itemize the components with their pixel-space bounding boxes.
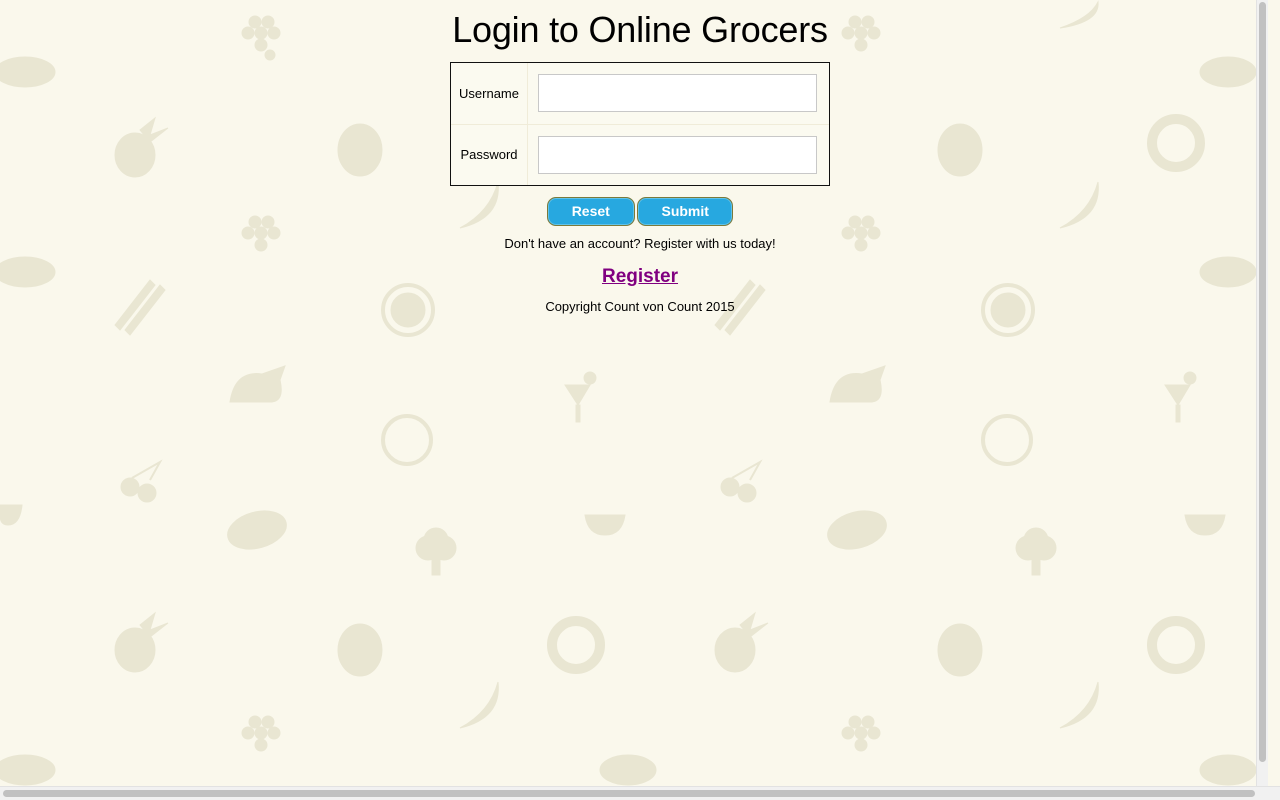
submit-button[interactable]: Submit bbox=[637, 197, 734, 226]
username-row: Username bbox=[451, 63, 829, 125]
cherries-icon bbox=[720, 459, 763, 503]
login-content: Login to Online Grocers Username Passwor… bbox=[0, 0, 1268, 315]
login-form: Username Password bbox=[450, 62, 830, 186]
username-input[interactable] bbox=[538, 74, 817, 113]
steak-icon bbox=[0, 754, 56, 786]
donut-icon bbox=[547, 616, 605, 674]
donut-icon bbox=[1147, 616, 1205, 674]
plate-icon bbox=[381, 414, 433, 466]
username-label: Username bbox=[451, 63, 528, 125]
chicken-icon bbox=[229, 365, 286, 403]
cocktail-icon bbox=[564, 371, 597, 423]
grapes-icon bbox=[841, 715, 881, 752]
steak-icon bbox=[1199, 754, 1257, 786]
sausage-icon bbox=[227, 510, 287, 550]
password-row: Password bbox=[451, 124, 829, 185]
broccoli-icon bbox=[415, 527, 457, 576]
pineapple-icon bbox=[714, 611, 769, 673]
password-label: Password bbox=[451, 124, 528, 185]
horizontal-scrollbar[interactable] bbox=[0, 786, 1280, 800]
steak-icon bbox=[599, 754, 657, 786]
register-prompt: Don't have an account? Register with us … bbox=[504, 236, 776, 251]
watermelon-icon bbox=[337, 623, 383, 677]
page: Login to Online Grocers Username Passwor… bbox=[0, 0, 1268, 786]
grill-icon bbox=[0, 504, 23, 526]
chicken-icon bbox=[829, 365, 886, 403]
reset-button[interactable]: Reset bbox=[546, 197, 635, 226]
cocktail-icon bbox=[1164, 371, 1197, 423]
register-link[interactable]: Register bbox=[602, 266, 678, 288]
horizontal-scrollbar-thumb[interactable] bbox=[3, 790, 1255, 797]
copyright-text: Copyright Count von Count 2015 bbox=[545, 299, 735, 314]
page-title: Login to Online Grocers bbox=[452, 9, 828, 50]
sausage-icon bbox=[827, 510, 887, 550]
watermelon-icon bbox=[937, 623, 983, 677]
banana-icon bbox=[1059, 681, 1099, 729]
broccoli-icon bbox=[1015, 527, 1057, 576]
grill-icon bbox=[1184, 514, 1226, 536]
grill-icon bbox=[584, 514, 626, 536]
grapes-icon bbox=[241, 715, 281, 752]
cherries-icon bbox=[120, 459, 163, 503]
password-input[interactable] bbox=[538, 135, 817, 174]
pineapple-icon bbox=[114, 611, 169, 673]
banana-icon bbox=[459, 681, 499, 729]
form-buttons: Reset Submit bbox=[0, 197, 1268, 227]
plate-icon bbox=[981, 414, 1033, 466]
